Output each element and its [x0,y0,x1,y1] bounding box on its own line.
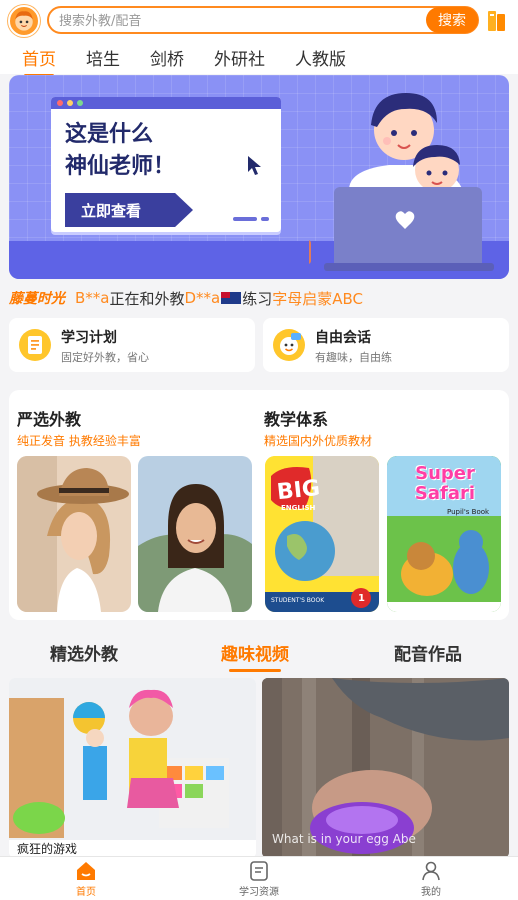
banner-line-2: 神仙老师！ [65,154,176,179]
book-title-super-safari: Super Safari [414,463,476,504]
app-logo-icon[interactable] [8,5,40,37]
video-thumbnail-1 [9,678,256,840]
book-level: 1 [358,593,365,604]
flag-icon [221,292,242,304]
book-card-big-english[interactable]: BIG ENGLISH STUDENT'S BOOK 1 [265,456,379,612]
featured-section: 严选外教 纯正发音 执教经验丰富 教学体系 精选国内外优质教材 BIG ENGL… [9,390,509,620]
video-overlay-text: What is in your egg Abe [272,832,416,846]
ticker-text-1: 正在和外教 [109,289,185,308]
tab-cambridge[interactable]: 剑桥 [150,45,184,70]
tab-dubbing-works[interactable]: 配音作品 [394,640,462,665]
tab-fun-videos[interactable]: 趣味视频 [221,640,289,672]
free-talk-card[interactable]: 自由会话 有趣味，自由练 [263,318,509,372]
banner-cta-button[interactable]: 立即查看 [65,193,193,227]
profile-icon [422,861,440,881]
search-input[interactable] [59,11,419,31]
nav-resources[interactable]: 学习资源 [219,860,299,898]
nav-resources-label: 学习资源 [239,887,279,898]
free-talk-title: 自由会话 [315,330,371,346]
book-card-super-safari[interactable]: Super Safari Pupil's Book [387,456,501,612]
curriculum-subtitle: 精选国内外优质教材 [264,434,373,448]
document-icon [250,861,268,881]
tab-pep[interactable]: 人教版 [295,45,346,70]
search-box[interactable]: 搜索 [47,6,479,34]
promo-banner[interactable]: 这是什么 神仙老师！ 立即查看 [9,75,509,279]
banner-line-1: 这是什么 [65,122,154,147]
top-bar: 搜索 [0,0,518,40]
tab-home[interactable]: 首页 [22,45,56,77]
book-title-big: BIG [275,475,322,506]
nav-profile-label: 我的 [421,887,441,898]
home-icon [77,862,95,880]
banner-illustration [309,93,494,271]
category-tabs: 首页 培生 剑桥 外研社 人教版 [0,40,518,77]
teacher-card-2[interactable] [138,456,252,612]
ticker-user-1: B**a [75,289,110,307]
chat-face-icon [273,329,305,361]
curriculum-title[interactable]: 教学体系 [264,406,328,430]
tab-selected-teachers[interactable]: 精选外教 [50,640,118,665]
search-button[interactable]: 搜索 [426,7,478,33]
teacher-photo-1 [17,456,131,612]
nav-home[interactable]: 首页 [46,860,126,898]
nav-profile[interactable]: 我的 [391,860,471,898]
notepad-icon [19,329,51,361]
ticker-text-2: 练习 [242,289,273,308]
banner-headline: 这是什么 神仙老师！ [65,119,175,183]
free-talk-subtitle: 有趣味，自由练 [315,351,392,364]
book-subtitle-english: ENGLISH [281,504,316,512]
select-teachers-subtitle: 纯正发音 执教经验丰富 [17,434,141,448]
teacher-card-1[interactable] [17,456,131,612]
tab-pearson[interactable]: 培生 [86,45,120,70]
study-plan-card[interactable]: 学习计划 固定好外教，省心 [9,318,255,372]
activity-ticker[interactable]: 藤蔓时光 B**a 正在和外教 D**a 练习 字母启蒙ABC [9,285,509,311]
ticker-brand-logo: 藤蔓时光 [9,291,65,307]
select-teachers-title[interactable]: 严选外教 [17,406,81,430]
bottom-navigation: 首页 学习资源 我的 [0,856,518,900]
tab-fltrp[interactable]: 外研社 [214,45,265,70]
teacher-photo-2 [138,456,252,612]
nav-home-label: 首页 [76,887,96,898]
mug-icon [309,240,311,264]
book-footer: STUDENT'S BOOK [271,597,325,604]
book-icon[interactable] [487,10,507,32]
cursor-icon [248,156,261,175]
video-card-2[interactable]: What is in your egg Abe [262,678,509,858]
ticker-user-2: D**a [184,289,221,307]
video-card-1[interactable]: 疯狂的游戏 [9,678,256,858]
banner-browser-card: 这是什么 神仙老师！ 立即查看 [51,97,281,232]
study-plan-subtitle: 固定好外教，省心 [61,351,149,364]
video-tabs: 精选外教 趣味视频 配音作品 [0,632,518,672]
study-plan-title: 学习计划 [61,330,117,346]
video-thumbnail-2 [262,678,509,858]
book-subtitle-pupils: Pupil's Book [447,508,490,516]
ticker-course: 字母启蒙ABC [272,289,364,308]
